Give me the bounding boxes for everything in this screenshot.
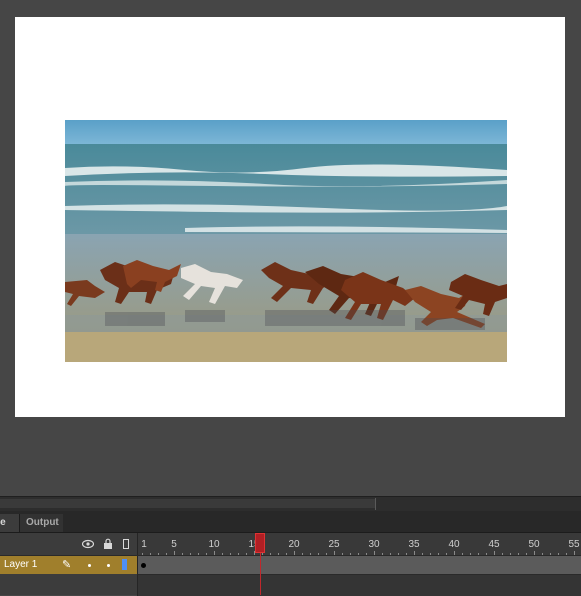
- ruler-label: 50: [528, 539, 540, 550]
- scrollbar-divider: [375, 498, 376, 510]
- ruler-tick: [350, 553, 351, 555]
- ruler-tick: [518, 553, 519, 555]
- ruler-tick: [326, 553, 327, 555]
- ruler-tick: [374, 551, 375, 555]
- ruler-tick: [230, 553, 231, 555]
- ruler-tick: [430, 553, 431, 555]
- ruler-tick: [174, 551, 175, 555]
- timeline-header: 1 5 10 15 20 25 30 35 40 45 50 55: [0, 533, 581, 556]
- ruler-tick: [302, 553, 303, 555]
- eye-icon[interactable]: [81, 538, 95, 550]
- ruler-tick: [334, 551, 335, 555]
- ruler-tick: [390, 553, 391, 555]
- scrollbar-thumb[interactable]: [0, 499, 375, 508]
- ruler-tick: [406, 553, 407, 555]
- ruler-tick: [262, 553, 263, 555]
- ruler-tick: [190, 553, 191, 555]
- ruler-label: 40: [448, 539, 460, 550]
- horses-on-beach-image[interactable]: [65, 120, 507, 362]
- pencil-icon: ✎: [62, 559, 72, 571]
- ruler-tick: [478, 553, 479, 555]
- ruler-label: 25: [328, 539, 340, 550]
- ruler-label: 5: [171, 539, 177, 550]
- ruler-tick: [462, 553, 463, 555]
- ruler-label: 55: [568, 539, 580, 550]
- ruler-label: 30: [368, 539, 380, 550]
- ruler-tick: [142, 553, 143, 555]
- ruler-tick: [542, 553, 543, 555]
- ruler-tick: [526, 553, 527, 555]
- ruler-tick: [310, 553, 311, 555]
- playhead[interactable]: [255, 533, 265, 553]
- layer-frames[interactable]: [137, 556, 581, 574]
- ruler-tick: [454, 551, 455, 555]
- ruler-tick: [422, 553, 423, 555]
- ruler-tick: [238, 553, 239, 555]
- keyframe-dot[interactable]: [141, 563, 146, 568]
- stage-horizontal-scrollbar[interactable]: [0, 496, 581, 511]
- ruler-tick: [318, 553, 319, 555]
- ruler-tick: [486, 553, 487, 555]
- ruler-tick: [166, 553, 167, 555]
- ruler-tick: [470, 553, 471, 555]
- ruler-label: 35: [408, 539, 420, 550]
- ruler-tick: [222, 553, 223, 555]
- ruler-label: 45: [488, 539, 500, 550]
- layer-info[interactable]: Layer 1 ✎: [0, 556, 137, 574]
- frame-ruler[interactable]: 1 5 10 15 20 25 30 35 40 45 50 55: [137, 533, 581, 555]
- ruler-tick: [158, 553, 159, 555]
- ruler-tick: [550, 553, 551, 555]
- ruler-tick: [446, 553, 447, 555]
- layer-name[interactable]: Layer 1: [4, 559, 37, 570]
- ruler-label: 10: [208, 539, 220, 550]
- ruler-tick: [182, 553, 183, 555]
- ruler-tick: [534, 551, 535, 555]
- ruler-tick: [566, 553, 567, 555]
- lock-dot[interactable]: [107, 564, 110, 567]
- tab-output[interactable]: Output: [19, 514, 63, 532]
- ruler-label: 20: [288, 539, 300, 550]
- ruler-tick: [150, 553, 151, 555]
- ruler-tick: [294, 551, 295, 555]
- ruler-tick: [358, 553, 359, 555]
- ruler-tick: [278, 553, 279, 555]
- ruler-tick: [366, 553, 367, 555]
- horses-photo: [65, 120, 507, 362]
- ruler-tick: [414, 551, 415, 555]
- ruler-tick: [574, 551, 575, 555]
- ruler-tick: [494, 551, 495, 555]
- ruler-tick: [382, 553, 383, 555]
- ruler-tick: [214, 551, 215, 555]
- ruler-tick: [206, 553, 207, 555]
- ruler-tick: [286, 553, 287, 555]
- empty-layer-area: [0, 574, 581, 596]
- ruler-tick: [502, 553, 503, 555]
- stage-workspace[interactable]: [0, 0, 581, 496]
- outline-icon[interactable]: [120, 538, 132, 550]
- playhead-line: [260, 553, 261, 595]
- ruler-label: 1: [141, 539, 147, 550]
- empty-frames-area: [137, 574, 581, 596]
- layer-color-swatch[interactable]: [122, 559, 127, 570]
- visibility-dot[interactable]: [88, 564, 91, 567]
- ruler-tick: [558, 553, 559, 555]
- ruler-tick: [246, 553, 247, 555]
- ruler-tick: [398, 553, 399, 555]
- lock-icon[interactable]: [102, 538, 114, 550]
- ruler-tick: [510, 553, 511, 555]
- layer-row[interactable]: Layer 1 ✎: [0, 556, 581, 574]
- panel-tab-bar: ne Output: [0, 511, 581, 533]
- ruler-tick: [270, 553, 271, 555]
- ruler-tick: [342, 553, 343, 555]
- timeline-panel: ne Output 1510152025303540455055 Layer 1…: [0, 511, 581, 596]
- ruler-tick: [198, 553, 199, 555]
- ruler-tick: [438, 553, 439, 555]
